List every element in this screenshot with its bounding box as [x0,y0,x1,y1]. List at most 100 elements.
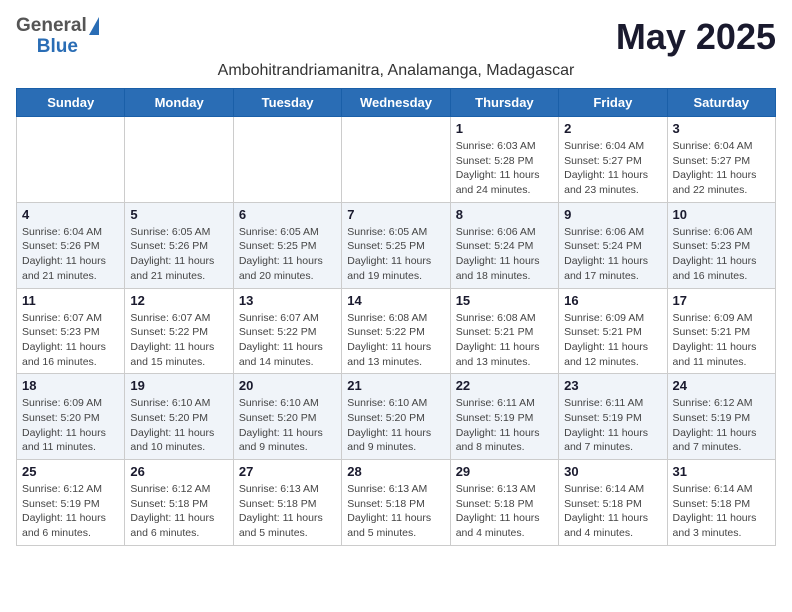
calendar-day-cell: 24 Sunrise: 6:12 AMSunset: 5:19 PMDayligh… [667,374,775,460]
day-number: 24 [673,378,770,393]
calendar-day-cell: 12 Sunrise: 6:07 AMSunset: 5:22 PMDayligh… [125,288,233,374]
calendar-day-cell: 27 Sunrise: 6:13 AMSunset: 5:18 PMDayligh… [233,460,341,546]
calendar-day-cell: 1 Sunrise: 6:03 AMSunset: 5:28 PMDaylight… [450,117,558,203]
calendar-day-cell: 8Sunrise: 6:06 AMSunset: 5:24 PMDaylight… [450,202,558,288]
day-info: Sunrise: 6:12 AMSunset: 5:19 PMDaylight:… [673,396,770,455]
day-number: 13 [239,293,336,308]
day-number: 28 [347,464,444,479]
logo-general: General [16,16,87,37]
day-info: Sunrise: 6:09 AMSunset: 5:20 PMDaylight:… [22,396,119,455]
day-info: Sunrise: 6:13 AMSunset: 5:18 PMDaylight:… [239,482,336,541]
calendar-week-row: 25 Sunrise: 6:12 AMSunset: 5:19 PMDayligh… [17,460,776,546]
calendar-header-row: SundayMondayTuesdayWednesdayThursdayFrid… [17,89,776,117]
calendar-day-cell: 22Sunrise: 6:11 AMSunset: 5:19 PMDayligh… [450,374,558,460]
calendar-day-cell: 26 Sunrise: 6:12 AMSunset: 5:18 PMDayligh… [125,460,233,546]
calendar-week-row: 18 Sunrise: 6:09 AMSunset: 5:20 PMDayligh… [17,374,776,460]
day-info: Sunrise: 6:03 AMSunset: 5:28 PMDaylight:… [456,139,553,198]
day-number: 25 [22,464,119,479]
day-number: 7 [347,207,444,222]
day-number: 27 [239,464,336,479]
day-info: Sunrise: 6:14 AMSunset: 5:18 PMDaylight:… [564,482,661,541]
calendar-day-cell: 14 Sunrise: 6:08 AMSunset: 5:22 PMDayligh… [342,288,450,374]
day-number: 23 [564,378,661,393]
day-number: 21 [347,378,444,393]
day-info: Sunrise: 6:11 AMSunset: 5:19 PMDaylight:… [564,396,661,455]
weekday-header: Monday [125,89,233,117]
calendar-body: 1 Sunrise: 6:03 AMSunset: 5:28 PMDaylight… [17,117,776,546]
calendar-day-cell: 20Sunrise: 6:10 AMSunset: 5:20 PMDayligh… [233,374,341,460]
day-number: 3 [673,121,770,136]
day-info: Sunrise: 6:04 AMSunset: 5:26 PMDaylight:… [22,225,119,284]
day-number: 12 [130,293,227,308]
calendar-day-cell: 18 Sunrise: 6:09 AMSunset: 5:20 PMDayligh… [17,374,125,460]
day-number: 1 [456,121,553,136]
day-number: 19 [130,378,227,393]
calendar-day-cell: 30 Sunrise: 6:14 AMSunset: 5:18 PMDayligh… [559,460,667,546]
logo-icon [89,17,99,35]
day-number: 18 [22,378,119,393]
day-info: Sunrise: 6:04 AMSunset: 5:27 PMDaylight:… [673,139,770,198]
calendar-day-cell [17,117,125,203]
calendar-day-cell: 3 Sunrise: 6:04 AMSunset: 5:27 PMDaylight… [667,117,775,203]
day-info: Sunrise: 6:05 AMSunset: 5:26 PMDaylight:… [130,225,227,284]
day-number: 17 [673,293,770,308]
calendar-day-cell: 11Sunrise: 6:07 AMSunset: 5:23 PMDayligh… [17,288,125,374]
day-info: Sunrise: 6:09 AMSunset: 5:21 PMDaylight:… [673,311,770,370]
day-info: Sunrise: 6:08 AMSunset: 5:22 PMDaylight:… [347,311,444,370]
day-number: 10 [673,207,770,222]
day-info: Sunrise: 6:13 AMSunset: 5:18 PMDaylight:… [347,482,444,541]
day-number: 14 [347,293,444,308]
calendar-week-row: 11Sunrise: 6:07 AMSunset: 5:23 PMDayligh… [17,288,776,374]
calendar-table: SundayMondayTuesdayWednesdayThursdayFrid… [16,88,776,546]
month-title: May 2025 [616,16,776,58]
calendar-day-cell: 31Sunrise: 6:14 AMSunset: 5:18 PMDayligh… [667,460,775,546]
calendar-day-cell: 16Sunrise: 6:09 AMSunset: 5:21 PMDayligh… [559,288,667,374]
weekday-header: Wednesday [342,89,450,117]
day-info: Sunrise: 6:07 AMSunset: 5:22 PMDaylight:… [239,311,336,370]
day-number: 8 [456,207,553,222]
day-info: Sunrise: 6:13 AMSunset: 5:18 PMDaylight:… [456,482,553,541]
calendar-day-cell: 28 Sunrise: 6:13 AMSunset: 5:18 PMDayligh… [342,460,450,546]
day-number: 6 [239,207,336,222]
weekday-header: Sunday [17,89,125,117]
weekday-header: Thursday [450,89,558,117]
day-number: 5 [130,207,227,222]
day-number: 20 [239,378,336,393]
weekday-header: Saturday [667,89,775,117]
day-number: 4 [22,207,119,222]
day-info: Sunrise: 6:10 AMSunset: 5:20 PMDaylight:… [130,396,227,455]
weekday-header: Friday [559,89,667,117]
day-info: Sunrise: 6:06 AMSunset: 5:24 PMDaylight:… [564,225,661,284]
calendar-week-row: 1 Sunrise: 6:03 AMSunset: 5:28 PMDaylight… [17,117,776,203]
day-info: Sunrise: 6:08 AMSunset: 5:21 PMDaylight:… [456,311,553,370]
day-info: Sunrise: 6:06 AMSunset: 5:23 PMDaylight:… [673,225,770,284]
day-info: Sunrise: 6:14 AMSunset: 5:18 PMDaylight:… [673,482,770,541]
calendar-day-cell: 2 Sunrise: 6:04 AMSunset: 5:27 PMDaylight… [559,117,667,203]
calendar-day-cell [233,117,341,203]
day-info: Sunrise: 6:05 AMSunset: 5:25 PMDaylight:… [347,225,444,284]
calendar-day-cell: 25 Sunrise: 6:12 AMSunset: 5:19 PMDayligh… [17,460,125,546]
day-info: Sunrise: 6:12 AMSunset: 5:19 PMDaylight:… [22,482,119,541]
day-info: Sunrise: 6:05 AMSunset: 5:25 PMDaylight:… [239,225,336,284]
page-header: General Blue May 2025 [16,16,776,58]
calendar-day-cell: 7 Sunrise: 6:05 AMSunset: 5:25 PMDaylight… [342,202,450,288]
day-number: 30 [564,464,661,479]
day-number: 26 [130,464,227,479]
calendar-day-cell: 9 Sunrise: 6:06 AMSunset: 5:24 PMDaylight… [559,202,667,288]
calendar-day-cell: 5 Sunrise: 6:05 AMSunset: 5:26 PMDaylight… [125,202,233,288]
calendar-day-cell: 23 Sunrise: 6:11 AMSunset: 5:19 PMDayligh… [559,374,667,460]
day-info: Sunrise: 6:04 AMSunset: 5:27 PMDaylight:… [564,139,661,198]
day-info: Sunrise: 6:12 AMSunset: 5:18 PMDaylight:… [130,482,227,541]
calendar-day-cell: 10 Sunrise: 6:06 AMSunset: 5:23 PMDayligh… [667,202,775,288]
calendar-day-cell [125,117,233,203]
day-info: Sunrise: 6:07 AMSunset: 5:22 PMDaylight:… [130,311,227,370]
day-number: 9 [564,207,661,222]
day-number: 29 [456,464,553,479]
calendar-day-cell: 6 Sunrise: 6:05 AMSunset: 5:25 PMDaylight… [233,202,341,288]
weekday-header: Tuesday [233,89,341,117]
day-info: Sunrise: 6:09 AMSunset: 5:21 PMDaylight:… [564,311,661,370]
day-number: 11 [22,293,119,308]
day-info: Sunrise: 6:10 AMSunset: 5:20 PMDaylight:… [347,396,444,455]
day-number: 2 [564,121,661,136]
day-number: 22 [456,378,553,393]
